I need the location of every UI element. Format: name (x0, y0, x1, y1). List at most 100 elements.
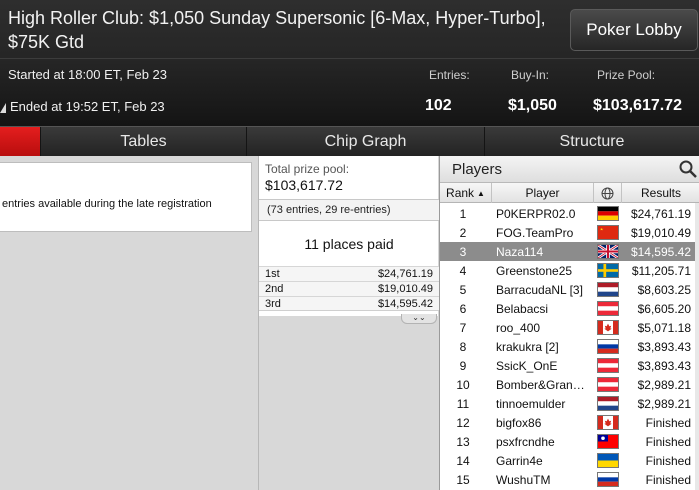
player-name: Garrin4e (496, 454, 543, 468)
player-name: WushuTM (496, 473, 551, 487)
players-title: Players (452, 161, 503, 178)
total-prize-value: $103,617.72 (265, 177, 343, 193)
column-results-label: Results (640, 186, 681, 200)
player-name: bigfox86 (496, 416, 542, 430)
de-flag-icon (597, 206, 619, 221)
player-result: $5,071.18 (637, 321, 691, 335)
player-row[interactable]: 3 Naza114 $14,595.42 (440, 242, 695, 261)
player-name: psxfrcndhe (496, 435, 555, 449)
prize-panel: Total prize pool: $103,617.72 (73 entrie… (258, 156, 439, 490)
player-name: FOG.TeamPro (496, 226, 574, 240)
player-result: Finished (645, 416, 691, 430)
player-row[interactable]: 1 P0KERPR02.0 $24,761.19 (440, 204, 695, 223)
player-name: Greenstone25 (496, 264, 573, 278)
column-rank[interactable]: Rank ▲ (440, 183, 492, 203)
tab-structure[interactable]: Structure (484, 127, 699, 157)
prize-amount: $24,761.19 (377, 268, 433, 280)
player-row[interactable]: 6 Belabacsi $6,605.20 (440, 299, 695, 318)
player-rank: 7 (459, 321, 467, 335)
player-rank: 6 (459, 302, 467, 316)
entries-label: Entries: (429, 68, 470, 82)
expand-triangle-icon[interactable] (0, 103, 6, 113)
prize-place: 3rd (265, 298, 281, 310)
nl-flag-icon (597, 282, 619, 297)
player-result: $24,761.19 (630, 207, 691, 221)
tournament-info-bar: Started at 18:00 ET, Feb 23 Ended at 19:… (0, 58, 699, 126)
player-rank: 8 (459, 340, 467, 354)
prize-amount: $14,595.42 (377, 298, 433, 310)
player-row[interactable]: 8 krakukra [2] $3,893.43 (440, 337, 695, 356)
player-result: $6,605.20 (637, 302, 691, 316)
entries-value: 102 (425, 97, 452, 114)
at-flag-icon (597, 301, 619, 316)
tab-chip-graph[interactable]: Chip Graph (246, 127, 484, 157)
players-scrollbar[interactable] (695, 203, 699, 490)
player-rank: 13 (456, 435, 470, 449)
player-name: P0KERPR02.0 (496, 207, 576, 221)
ru-flag-icon (597, 339, 619, 354)
prize-row: 3rd $14,595.42 (259, 296, 439, 311)
player-rank: 12 (456, 416, 470, 430)
player-result: $14,595.42 (630, 245, 691, 259)
prizepool-value: $103,617.72 (593, 97, 682, 114)
prizepool-label: Prize Pool: (597, 68, 656, 82)
player-name: tinnoemulder (496, 397, 566, 411)
player-result: $3,893.43 (637, 340, 691, 354)
player-row[interactable]: 9 SsicK_OnE $3,893.43 (440, 356, 695, 375)
player-row[interactable]: 15 WushuTM Finished (440, 470, 695, 489)
column-country[interactable] (594, 183, 622, 203)
player-name: SsicK_OnE (496, 359, 558, 373)
player-rank: 9 (459, 359, 467, 373)
tab-tables[interactable]: Tables (40, 127, 246, 157)
sort-asc-icon: ▲ (477, 188, 485, 198)
player-result: $11,205.71 (631, 264, 691, 278)
player-name: Belabacsi (496, 302, 549, 316)
players-column-header: Rank ▲ Player Results (440, 183, 699, 203)
player-row[interactable]: 5 BarracudaNL [3] $8,603.25 (440, 280, 695, 299)
player-row[interactable]: 4 Greenstone25 $11,205.71 (440, 261, 695, 280)
player-row[interactable]: 12 bigfox86 Finished (440, 413, 695, 432)
player-rank: 5 (459, 283, 467, 297)
player-name: Bomber&Gran… (496, 378, 585, 392)
at-flag-icon (597, 377, 619, 392)
prize-place: 1st (265, 268, 280, 280)
se-flag-icon (597, 263, 619, 278)
prize-place: 2nd (265, 283, 284, 295)
player-rank: 14 (456, 454, 470, 468)
expand-prizes-chevron-icon[interactable]: ⌄⌄ (401, 314, 437, 324)
player-result: $19,010.49 (630, 226, 691, 240)
tab-info-active[interactable] (0, 127, 40, 157)
player-row[interactable]: 2 FOG.TeamPro $19,010.49 (440, 223, 695, 242)
player-row[interactable]: 11 tinnoemulder $2,989.21 (440, 394, 695, 413)
tournament-lobby-window: High Roller Club: $1,050 Sunday Superson… (0, 0, 699, 490)
entries-note: (73 entries, 29 re-entries) (259, 199, 439, 221)
start-time: Started at 18:00 ET, Feb 23 (8, 67, 167, 82)
player-row[interactable]: 13 psxfrcndhe Finished (440, 432, 695, 451)
tournament-header: High Roller Club: $1,050 Sunday Superson… (0, 0, 699, 126)
prize-panel-empty (259, 316, 439, 490)
player-row[interactable]: 10 Bomber&Gran… $2,989.21 (440, 375, 695, 394)
end-time: Ended at 19:52 ET, Feb 23 (10, 99, 165, 114)
late-registration-text: entries available during the late regist… (2, 198, 212, 210)
ca-flag-icon (597, 320, 619, 335)
player-result: $2,989.21 (637, 378, 691, 392)
info-panel: entries available during the late regist… (0, 156, 258, 490)
search-icon[interactable] (678, 159, 698, 179)
prize-row: 1st $24,761.19 (259, 266, 439, 281)
column-player[interactable]: Player (492, 183, 594, 203)
nl-flag-icon (597, 396, 619, 411)
player-row[interactable]: 14 Garrin4e Finished (440, 451, 695, 470)
player-result: $8,603.25 (637, 283, 691, 297)
column-results[interactable]: Results (622, 183, 699, 203)
player-rank: 2 (459, 226, 467, 240)
late-registration-note: entries available during the late regist… (0, 162, 252, 232)
gb-flag-icon (597, 244, 619, 259)
player-name: BarracudaNL [3] (496, 283, 583, 297)
player-result: $3,893.43 (637, 359, 691, 373)
poker-lobby-button[interactable]: Poker Lobby (570, 9, 698, 51)
player-name: roo_400 (496, 321, 541, 335)
player-result: Finished (645, 435, 691, 449)
player-row[interactable]: 7 roo_400 $5,071.18 (440, 318, 695, 337)
player-rank: 4 (459, 264, 467, 278)
player-rank: 15 (456, 473, 470, 487)
